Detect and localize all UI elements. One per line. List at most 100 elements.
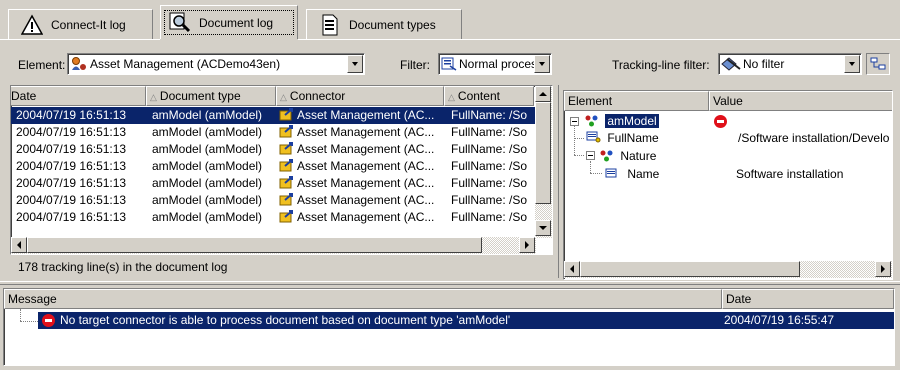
scroll-left-button[interactable] — [11, 237, 27, 253]
horizontal-scrollbar[interactable] — [11, 237, 536, 254]
connector-name: Asset Management (AC... — [297, 193, 435, 207]
connector-name: Asset Management (AC... — [297, 210, 435, 224]
column-header-label: Value — [713, 94, 743, 108]
connector-name: Asset Management (AC... — [297, 176, 435, 190]
document-icon — [322, 14, 338, 35]
tree-node-label: FullName — [607, 131, 659, 145]
tree-node-label: Name — [627, 167, 660, 181]
tracking-filter-select[interactable]: No filter — [718, 53, 862, 75]
collapse-icon[interactable] — [586, 151, 595, 160]
horizontal-scrollbar[interactable] — [564, 261, 892, 278]
connector-name: Asset Management (AC... — [297, 142, 435, 156]
scroll-thumb[interactable] — [535, 102, 551, 204]
table-row[interactable]: 2004/07/19 16:51:13 amModel (amModel) Asse… — [11, 124, 535, 141]
table-row[interactable]: 2004/07/19 16:51:13 amModel (amModel) Asse… — [11, 209, 535, 226]
cell-document-type: amModel (amModel) — [152, 159, 263, 173]
tree-node-nature[interactable]: Nature — [599, 148, 892, 165]
cell-content: FullName: /So — [451, 125, 528, 139]
column-header-date[interactable]: Date — [722, 289, 894, 309]
filter-select[interactable]: Normal proces — [438, 53, 552, 75]
connector-icon — [279, 108, 293, 121]
chevron-down-icon[interactable] — [534, 55, 550, 73]
tree-connector — [574, 125, 575, 155]
column-header-connector[interactable]: △ Connector — [276, 86, 444, 106]
tree-node-fullname[interactable]: FullName /Software installation/Develo — [586, 130, 892, 147]
no-filter-icon — [721, 57, 741, 71]
chevron-down-icon[interactable] — [844, 55, 860, 73]
cell-content: FullName: /So — [451, 176, 528, 190]
tracking-filter-value: No filter — [743, 57, 785, 71]
connector-icon — [279, 159, 293, 172]
tree-connector — [590, 173, 602, 174]
table-row[interactable]: 2004/07/19 16:51:13 amModel (amModel) Asse… — [11, 192, 535, 209]
tree-connector — [20, 321, 38, 322]
field-key-icon — [586, 131, 601, 143]
tab-document-log[interactable]: Document log — [160, 5, 298, 39]
scroll-right-button[interactable] — [875, 261, 891, 277]
scroll-down-button[interactable] — [535, 220, 551, 236]
tree-connector — [590, 161, 591, 173]
cell-connector: Asset Management (AC... — [279, 192, 445, 209]
tree-node-value: Software installation — [736, 167, 844, 181]
tracking-count-status: 178 tracking line(s) in the document log — [18, 260, 228, 274]
table-row[interactable]: 2004/07/19 16:51:13 amModel (amModel) Asse… — [11, 141, 535, 158]
tree-node-label: amModel — [605, 114, 659, 128]
tab-connect-it-log[interactable]: Connect-It log — [8, 9, 153, 39]
message-date: 2004/07/19 16:55:47 — [724, 313, 835, 327]
filter-value: Normal proces — [459, 57, 534, 71]
column-header-message[interactable]: Message — [4, 289, 722, 309]
column-header-date[interactable]: Date — [11, 86, 146, 106]
document-log-list[interactable]: Date △ Document type △ Connector △ Content … — [10, 85, 553, 255]
column-header-element[interactable]: Element — [564, 91, 709, 111]
message-list[interactable]: Message Date No target connector is able… — [3, 288, 895, 366]
scroll-thumb[interactable] — [27, 237, 482, 253]
cell-connector: Asset Management (AC... — [279, 175, 445, 192]
scroll-left-button[interactable] — [564, 261, 580, 277]
document-tree[interactable]: Element Value amModel FullName /Software… — [563, 90, 893, 280]
tree-connector — [20, 309, 21, 321]
chevron-down-icon[interactable] — [347, 55, 363, 73]
cell-date: 2004/07/19 16:51:13 — [16, 176, 127, 190]
tree-node-value: /Software installation/Develo — [738, 131, 890, 145]
cell-connector: Asset Management (AC... — [279, 107, 445, 124]
table-row[interactable]: 2004/07/19 16:51:13 amModel (amModel) Asse… — [11, 158, 535, 175]
tree-node-ammodel[interactable]: amModel — [584, 113, 892, 130]
column-header-label: Content — [457, 89, 500, 103]
table-row[interactable]: 2004/07/19 16:51:13 amModel (amModel) Asse… — [11, 107, 535, 124]
scroll-thumb[interactable] — [580, 261, 800, 277]
sort-icon: △ — [150, 92, 157, 102]
filter-label: Filter: — [400, 58, 430, 72]
tab-label: Document types — [349, 17, 436, 32]
cell-connector: Asset Management (AC... — [279, 209, 445, 226]
element-select[interactable]: Asset Management (ACDemo43en) — [67, 53, 365, 75]
warning-icon — [21, 13, 43, 35]
column-header-value[interactable]: Value — [709, 91, 892, 111]
connector-icon — [279, 193, 293, 206]
scroll-up-button[interactable] — [535, 86, 551, 102]
tree-node-name[interactable]: Name Software installation — [604, 166, 892, 183]
vertical-scrollbar[interactable] — [535, 86, 552, 238]
tree-view-toggle-button[interactable] — [866, 53, 890, 75]
structure-icon — [585, 115, 598, 127]
cell-date: 2004/07/19 16:51:13 — [16, 142, 127, 156]
column-header-document-type[interactable]: △ Document type — [146, 86, 276, 106]
cell-content: FullName: /So — [451, 193, 528, 207]
pane-divider[interactable] — [558, 85, 559, 278]
connector-name: Asset Management (AC... — [297, 125, 435, 139]
table-row[interactable]: 2004/07/19 16:51:13 amModel (amModel) Asse… — [11, 175, 535, 192]
message-row[interactable]: No target connector is able to process d… — [38, 312, 894, 329]
tree-connector — [574, 138, 584, 139]
column-header-content[interactable]: △ Content — [444, 86, 534, 106]
horizontal-splitter[interactable] — [0, 281, 900, 285]
scroll-right-button[interactable] — [519, 237, 535, 253]
collapse-icon[interactable] — [570, 117, 579, 126]
cell-content: FullName: /So — [451, 142, 528, 156]
tab-document-types[interactable]: Document types — [306, 9, 462, 39]
cell-content: FullName: /So — [451, 108, 528, 122]
cell-connector: Asset Management (AC... — [279, 141, 445, 158]
cell-date: 2004/07/19 16:51:13 — [16, 108, 127, 122]
tree-view-icon — [870, 57, 886, 70]
tab-panel-border — [0, 39, 160, 40]
connector-icon — [279, 176, 293, 189]
cell-date: 2004/07/19 16:51:13 — [16, 125, 127, 139]
